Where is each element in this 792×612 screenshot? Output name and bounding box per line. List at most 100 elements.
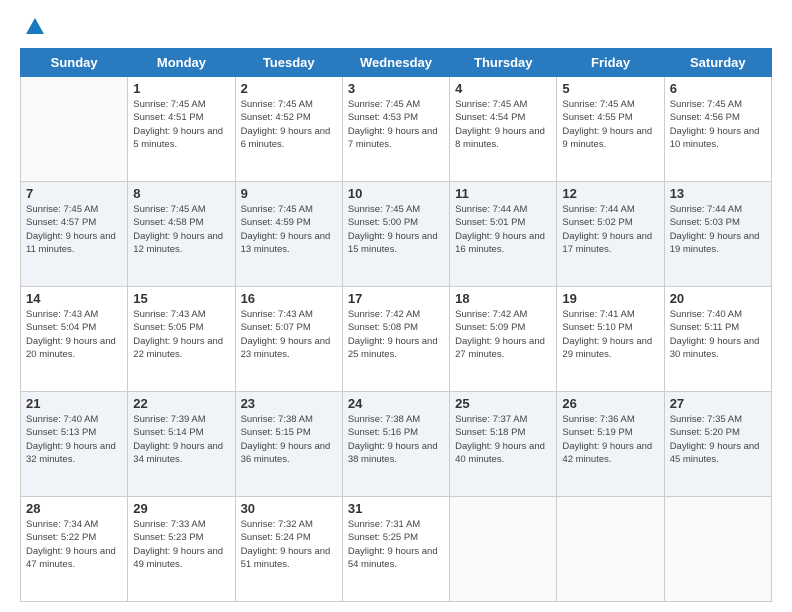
calendar-cell: 9 Sunrise: 7:45 AMSunset: 4:59 PMDaylight…: [235, 182, 342, 287]
day-number: 18: [455, 291, 551, 306]
calendar-cell: 5 Sunrise: 7:45 AMSunset: 4:55 PMDaylight…: [557, 77, 664, 182]
day-number: 29: [133, 501, 229, 516]
day-info: Sunrise: 7:42 AMSunset: 5:08 PMDaylight:…: [348, 308, 444, 361]
day-number: 3: [348, 81, 444, 96]
calendar-cell: 24 Sunrise: 7:38 AMSunset: 5:16 PMDayligh…: [342, 392, 449, 497]
day-number: 15: [133, 291, 229, 306]
day-info: Sunrise: 7:45 AMSunset: 4:51 PMDaylight:…: [133, 98, 229, 151]
calendar-cell: 13 Sunrise: 7:44 AMSunset: 5:03 PMDayligh…: [664, 182, 771, 287]
day-number: 13: [670, 186, 766, 201]
day-number: 10: [348, 186, 444, 201]
day-number: 30: [241, 501, 337, 516]
calendar-cell: 3 Sunrise: 7:45 AMSunset: 4:53 PMDaylight…: [342, 77, 449, 182]
day-info: Sunrise: 7:34 AMSunset: 5:22 PMDaylight:…: [26, 518, 122, 571]
day-info: Sunrise: 7:44 AMSunset: 5:01 PMDaylight:…: [455, 203, 551, 256]
day-info: Sunrise: 7:43 AMSunset: 5:07 PMDaylight:…: [241, 308, 337, 361]
day-info: Sunrise: 7:43 AMSunset: 5:04 PMDaylight:…: [26, 308, 122, 361]
day-number: 12: [562, 186, 658, 201]
calendar-cell: 1 Sunrise: 7:45 AMSunset: 4:51 PMDaylight…: [128, 77, 235, 182]
day-number: 2: [241, 81, 337, 96]
day-number: 9: [241, 186, 337, 201]
calendar-cell: 23Sunrise: 7:38 AMSunset: 5:15 PMDayligh…: [235, 392, 342, 497]
day-number: 26: [562, 396, 658, 411]
calendar-cell: 19 Sunrise: 7:41 AMSunset: 5:10 PMDayligh…: [557, 287, 664, 392]
calendar-cell: 10 Sunrise: 7:45 AMSunset: 5:00 PMDayligh…: [342, 182, 449, 287]
header: [20, 16, 772, 38]
day-info: Sunrise: 7:45 AMSunset: 4:53 PMDaylight:…: [348, 98, 444, 151]
day-info: Sunrise: 7:35 AMSunset: 5:20 PMDaylight:…: [670, 413, 766, 466]
day-number: 21: [26, 396, 122, 411]
day-info: Sunrise: 7:36 AMSunset: 5:19 PMDaylight:…: [562, 413, 658, 466]
day-info: Sunrise: 7:31 AMSunset: 5:25 PMDaylight:…: [348, 518, 444, 571]
day-of-week-header: Monday: [128, 49, 235, 77]
day-info: Sunrise: 7:45 AMSunset: 5:00 PMDaylight:…: [348, 203, 444, 256]
day-info: Sunrise: 7:39 AMSunset: 5:14 PMDaylight:…: [133, 413, 229, 466]
day-info: Sunrise: 7:45 AMSunset: 4:57 PMDaylight:…: [26, 203, 122, 256]
day-number: 25: [455, 396, 551, 411]
calendar-cell: 31 Sunrise: 7:31 AMSunset: 5:25 PMDayligh…: [342, 497, 449, 602]
calendar-cell: 16 Sunrise: 7:43 AMSunset: 5:07 PMDayligh…: [235, 287, 342, 392]
calendar-cell: 28 Sunrise: 7:34 AMSunset: 5:22 PMDayligh…: [21, 497, 128, 602]
calendar-cell: 15Sunrise: 7:43 AMSunset: 5:05 PMDayligh…: [128, 287, 235, 392]
day-number: 19: [562, 291, 658, 306]
day-info: Sunrise: 7:44 AMSunset: 5:03 PMDaylight:…: [670, 203, 766, 256]
logo-icon: [24, 16, 46, 38]
calendar: SundayMondayTuesdayWednesdayThursdayFrid…: [20, 48, 772, 602]
day-of-week-header: Tuesday: [235, 49, 342, 77]
day-info: Sunrise: 7:37 AMSunset: 5:18 PMDaylight:…: [455, 413, 551, 466]
day-of-week-header: Saturday: [664, 49, 771, 77]
calendar-cell: 29Sunrise: 7:33 AMSunset: 5:23 PMDayligh…: [128, 497, 235, 602]
calendar-cell: 2 Sunrise: 7:45 AMSunset: 4:52 PMDaylight…: [235, 77, 342, 182]
day-info: Sunrise: 7:45 AMSunset: 4:59 PMDaylight:…: [241, 203, 337, 256]
day-number: 27: [670, 396, 766, 411]
day-number: 20: [670, 291, 766, 306]
day-info: Sunrise: 7:40 AMSunset: 5:11 PMDaylight:…: [670, 308, 766, 361]
day-info: Sunrise: 7:42 AMSunset: 5:09 PMDaylight:…: [455, 308, 551, 361]
day-info: Sunrise: 7:38 AMSunset: 5:15 PMDaylight:…: [241, 413, 337, 466]
calendar-cell: 6 Sunrise: 7:45 AMSunset: 4:56 PMDaylight…: [664, 77, 771, 182]
day-info: Sunrise: 7:44 AMSunset: 5:02 PMDaylight:…: [562, 203, 658, 256]
calendar-cell: [557, 497, 664, 602]
calendar-cell: 22Sunrise: 7:39 AMSunset: 5:14 PMDayligh…: [128, 392, 235, 497]
calendar-cell: 11 Sunrise: 7:44 AMSunset: 5:01 PMDayligh…: [450, 182, 557, 287]
calendar-cell: 25 Sunrise: 7:37 AMSunset: 5:18 PMDayligh…: [450, 392, 557, 497]
day-info: Sunrise: 7:32 AMSunset: 5:24 PMDaylight:…: [241, 518, 337, 571]
day-info: Sunrise: 7:38 AMSunset: 5:16 PMDaylight:…: [348, 413, 444, 466]
calendar-cell: 21 Sunrise: 7:40 AMSunset: 5:13 PMDayligh…: [21, 392, 128, 497]
day-number: 5: [562, 81, 658, 96]
day-info: Sunrise: 7:45 AMSunset: 4:54 PMDaylight:…: [455, 98, 551, 151]
day-of-week-header: Thursday: [450, 49, 557, 77]
day-number: 11: [455, 186, 551, 201]
calendar-cell: 30 Sunrise: 7:32 AMSunset: 5:24 PMDayligh…: [235, 497, 342, 602]
day-info: Sunrise: 7:45 AMSunset: 4:56 PMDaylight:…: [670, 98, 766, 151]
calendar-cell: [21, 77, 128, 182]
calendar-cell: [664, 497, 771, 602]
day-info: Sunrise: 7:45 AMSunset: 4:55 PMDaylight:…: [562, 98, 658, 151]
logo: [20, 16, 46, 38]
day-info: Sunrise: 7:40 AMSunset: 5:13 PMDaylight:…: [26, 413, 122, 466]
day-number: 1: [133, 81, 229, 96]
calendar-cell: 14 Sunrise: 7:43 AMSunset: 5:04 PMDayligh…: [21, 287, 128, 392]
day-number: 17: [348, 291, 444, 306]
day-number: 7: [26, 186, 122, 201]
calendar-cell: 27 Sunrise: 7:35 AMSunset: 5:20 PMDayligh…: [664, 392, 771, 497]
page: SundayMondayTuesdayWednesdayThursdayFrid…: [0, 0, 792, 612]
calendar-cell: 18 Sunrise: 7:42 AMSunset: 5:09 PMDayligh…: [450, 287, 557, 392]
day-number: 4: [455, 81, 551, 96]
calendar-cell: 8Sunrise: 7:45 AMSunset: 4:58 PMDaylight…: [128, 182, 235, 287]
calendar-cell: [450, 497, 557, 602]
day-info: Sunrise: 7:45 AMSunset: 4:52 PMDaylight:…: [241, 98, 337, 151]
day-number: 14: [26, 291, 122, 306]
day-number: 31: [348, 501, 444, 516]
day-number: 6: [670, 81, 766, 96]
day-number: 16: [241, 291, 337, 306]
calendar-cell: 20 Sunrise: 7:40 AMSunset: 5:11 PMDayligh…: [664, 287, 771, 392]
day-info: Sunrise: 7:41 AMSunset: 5:10 PMDaylight:…: [562, 308, 658, 361]
day-of-week-header: Sunday: [21, 49, 128, 77]
day-number: 28: [26, 501, 122, 516]
day-number: 8: [133, 186, 229, 201]
calendar-cell: 4 Sunrise: 7:45 AMSunset: 4:54 PMDaylight…: [450, 77, 557, 182]
day-number: 24: [348, 396, 444, 411]
day-of-week-header: Friday: [557, 49, 664, 77]
calendar-cell: 7 Sunrise: 7:45 AMSunset: 4:57 PMDaylight…: [21, 182, 128, 287]
